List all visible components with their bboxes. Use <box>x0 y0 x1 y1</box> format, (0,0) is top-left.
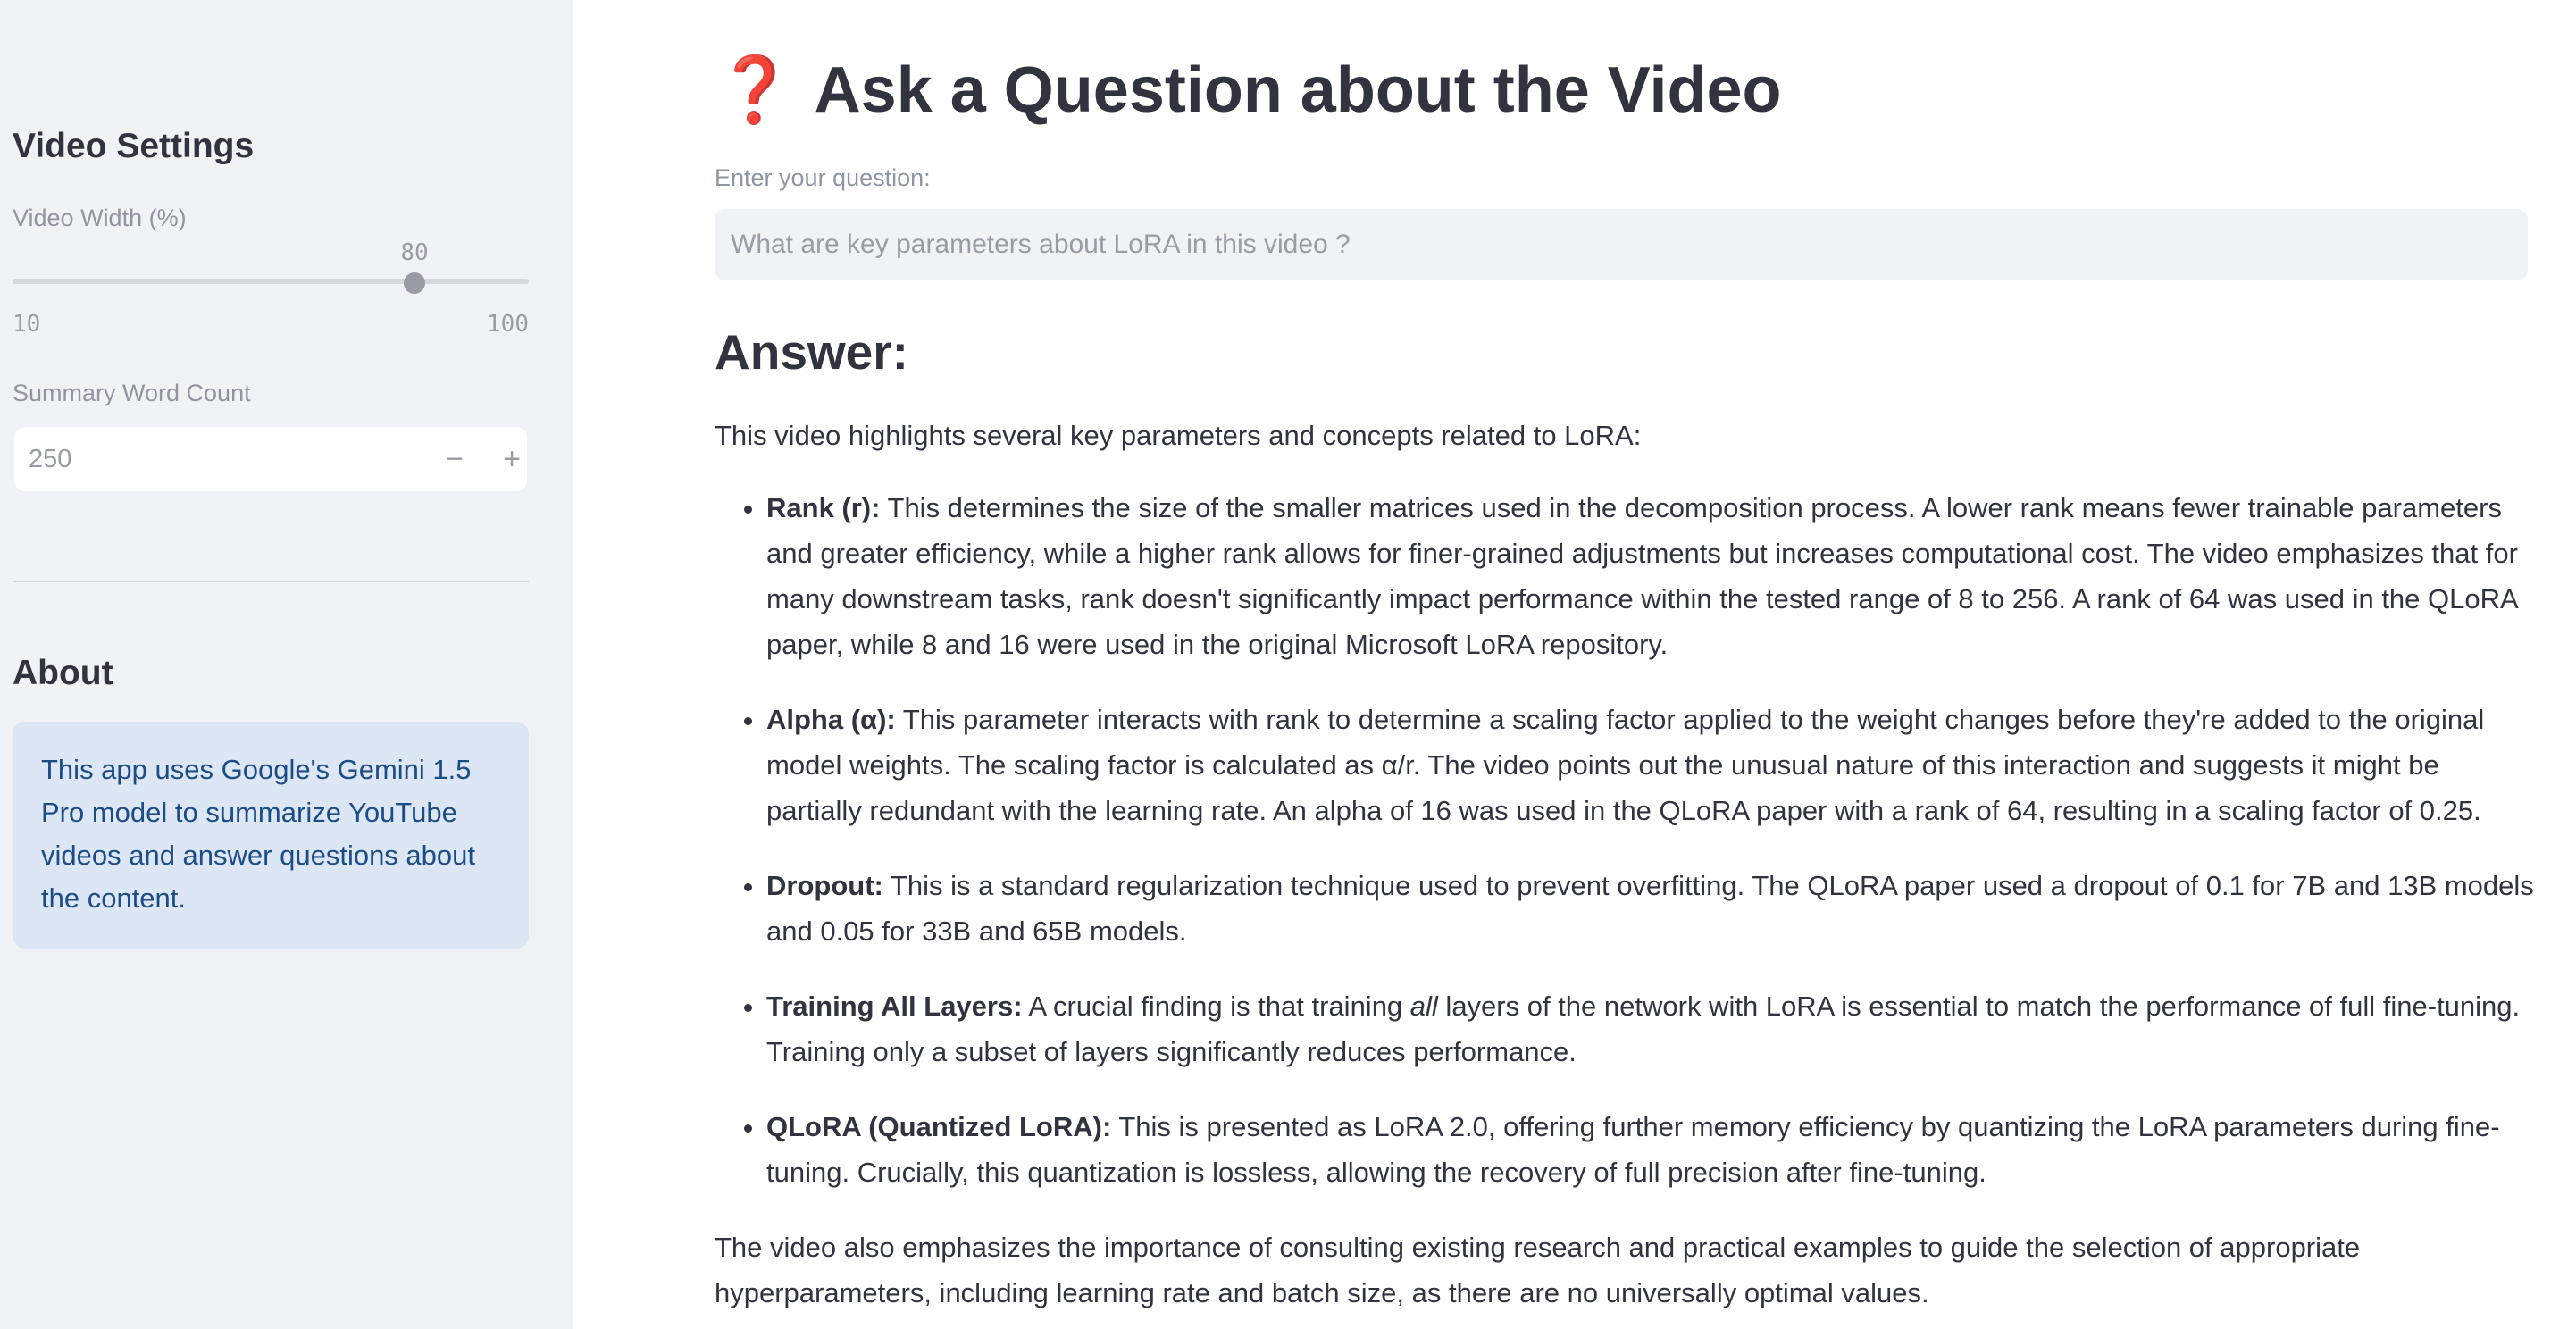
slider-min-label: 10 <box>13 311 41 338</box>
question-label: Enter your question: <box>715 164 931 191</box>
list-item: Rank (r): This determines the size of th… <box>766 485 2537 667</box>
video-width-label: Video Width (%) <box>13 205 187 231</box>
increment-button[interactable]: + <box>488 436 536 482</box>
slider-thumb[interactable] <box>404 272 425 294</box>
slider-track[interactable] <box>13 279 529 284</box>
bullet-text: A crucial finding is that training <box>1022 990 1410 1022</box>
word-count-input[interactable]: 250 − + <box>14 427 527 491</box>
list-item: Dropout: This is a standard regularizati… <box>766 863 2537 954</box>
video-settings-heading: Video Settings <box>13 127 255 165</box>
list-item: QLoRA (Quantized LoRA): This is presente… <box>766 1104 2537 1195</box>
answer-outro: The video also emphasizes the importance… <box>715 1232 2361 1308</box>
bullet-text: This parameter interacts with rank to de… <box>766 704 2485 826</box>
question-input[interactable] <box>715 209 2528 280</box>
answer-heading: Answer: <box>715 324 908 380</box>
about-text: This app uses Google's Gemini 1.5 Pro mo… <box>41 754 475 914</box>
answer-list: Rank (r): This determines the size of th… <box>715 485 2537 1195</box>
page-title-text: Ask a Question about the Video <box>814 54 1782 126</box>
about-info-box: This app uses Google's Gemini 1.5 Pro mo… <box>13 722 529 949</box>
bullet-text: This determines the size of the smaller … <box>766 492 2518 660</box>
about-heading: About <box>13 654 113 692</box>
slider-max-label: 100 <box>487 311 529 338</box>
bullet-lead: QLoRA (Quantized LoRA): <box>766 1111 1112 1142</box>
word-count-label: Summary Word Count <box>13 380 251 406</box>
video-width-slider[interactable]: 80 10 100 <box>13 234 529 338</box>
bullet-lead: Rank (r): <box>766 492 881 523</box>
list-item: Training All Layers: A crucial finding i… <box>766 983 2537 1074</box>
list-item: Alpha (α): This parameter interacts with… <box>766 697 2537 833</box>
decrement-button[interactable]: − <box>431 436 479 482</box>
bullet-lead: Dropout: <box>766 870 883 901</box>
answer-intro: This video highlights several key parame… <box>715 420 1642 451</box>
bullet-lead: Training All Layers: <box>766 990 1023 1022</box>
slider-fill <box>13 279 414 284</box>
slider-value: 80 <box>400 239 429 266</box>
bullet-lead: Alpha (α): <box>766 704 896 735</box>
answer-body: This video highlights several key parame… <box>715 413 2537 1316</box>
bullet-text: This is a standard regularization techni… <box>766 870 2534 947</box>
bullet-emphasis: all <box>1409 990 1438 1022</box>
word-count-value[interactable]: 250 <box>29 445 71 474</box>
sidebar-divider <box>13 581 529 582</box>
page-title: ❓ Ask a Question about the Video <box>715 52 1782 128</box>
question-mark-icon: ❓ <box>715 54 795 126</box>
sidebar: Video Settings Video Width (%) 80 10 100… <box>0 0 573 1329</box>
